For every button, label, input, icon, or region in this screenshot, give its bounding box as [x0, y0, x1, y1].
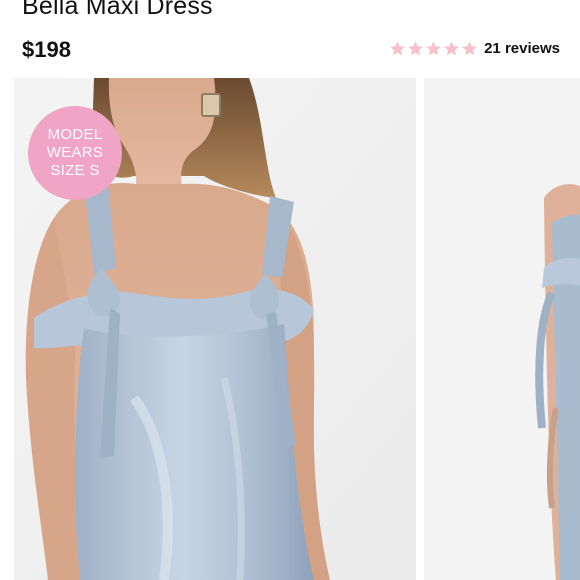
star-rating — [389, 40, 478, 57]
image-gallery[interactable]: MODEL WEARS SIZE S — [0, 78, 580, 580]
product-header: Bella Maxi Dress $198 21 reviews — [0, 0, 580, 78]
badge-line-2: WEARS — [46, 144, 104, 161]
secondary-product-image[interactable] — [424, 78, 580, 580]
star-icon — [426, 41, 442, 56]
model-size-badge: MODEL WEARS SIZE S — [28, 106, 122, 200]
model-photo-full — [424, 78, 580, 580]
star-icon — [408, 41, 424, 56]
star-icon — [390, 41, 406, 56]
badge-line-3: SIZE S — [50, 162, 100, 179]
star-icon — [462, 41, 478, 56]
product-title: Bella Maxi Dress — [22, 0, 213, 20]
reviews-link[interactable]: 21 reviews — [484, 40, 560, 57]
star-icon — [444, 41, 460, 56]
main-product-image[interactable]: MODEL WEARS SIZE S — [14, 78, 416, 580]
badge-line-1: MODEL — [47, 126, 103, 143]
rating-summary[interactable]: 21 reviews — [389, 40, 560, 57]
product-price: $198 — [22, 37, 71, 62]
